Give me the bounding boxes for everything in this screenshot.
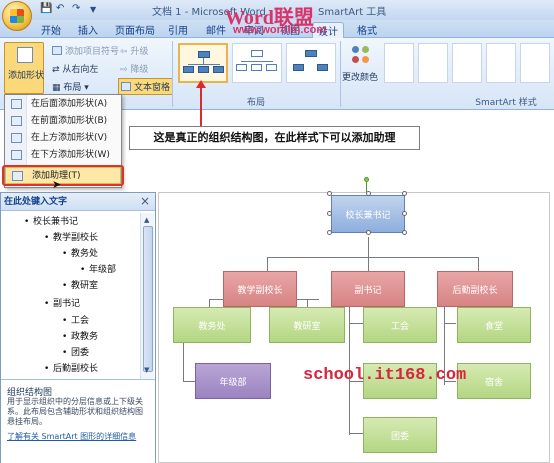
add-below-icon	[11, 150, 22, 160]
add-shape-label: 添加形状	[7, 71, 44, 81]
scroll-up-icon[interactable]: ▲	[144, 216, 149, 224]
menu-item-label: 在前面添加形状(B)	[31, 116, 108, 126]
office-button[interactable]	[2, 1, 32, 31]
org-node-level1[interactable]: 教学副校长	[223, 271, 297, 307]
menu-item-add-after[interactable]: 在后面添加形状(A)	[5, 96, 121, 113]
promote-button[interactable]: ⇦ 升级	[120, 44, 148, 57]
bullet-icon	[52, 46, 62, 55]
change-colors-label: 更改颜色	[342, 73, 379, 83]
style-thumb-1[interactable]	[384, 43, 414, 83]
menu-item-label: 在后面添加形状(A)	[31, 99, 108, 109]
redo-icon[interactable]: ↷	[72, 3, 80, 17]
style-thumb-3[interactable]	[452, 43, 482, 83]
callout-arrow	[200, 84, 202, 126]
close-icon[interactable]: ×	[140, 194, 150, 208]
watermark-school: school.it168.com	[303, 366, 467, 385]
highlight-box	[2, 165, 124, 186]
menu-item-add-before[interactable]: 在前面添加形状(B)	[5, 113, 121, 130]
list-item[interactable]: 后勤副校长	[44, 362, 98, 377]
tab-home[interactable]: 开始	[36, 22, 66, 38]
org-node-level3[interactable]: 团委	[363, 417, 437, 453]
smartart-styles-group-label: SmartArt 样式	[475, 98, 537, 108]
list-item[interactable]: 教学副校长	[44, 231, 98, 246]
scroll-thumb[interactable]	[143, 226, 153, 372]
add-bullet-button[interactable]: 添加项目符号	[52, 44, 119, 57]
org-node-level2[interactable]: 食堂	[457, 307, 531, 343]
text-pane-scrollbar[interactable]: ▲ ▼	[140, 213, 154, 379]
layout-label: 布局	[63, 83, 82, 93]
org-node-level1[interactable]: 副书记	[331, 271, 405, 307]
ribbon-separator	[172, 41, 173, 107]
org-node-level2[interactable]: 教研室	[269, 307, 345, 343]
promote-icon: ⇦	[120, 47, 131, 57]
style-thumb-2[interactable]	[418, 43, 448, 83]
add-shape-icon	[17, 47, 33, 63]
org-node-level3[interactable]: 宿舍	[457, 363, 531, 399]
text-pane-label: 文本窗格	[134, 83, 171, 93]
menu-item-add-above[interactable]: 在上方添加形状(V)	[5, 130, 121, 147]
list-item[interactable]: 政教务	[62, 330, 98, 345]
style-thumb-5[interactable]	[520, 43, 550, 83]
annotation-callout: 这是真正的组织结构图，在此样式下可以添加助理	[129, 126, 420, 150]
right-to-left-label: 从右向左	[62, 65, 99, 75]
add-before-icon	[11, 116, 22, 126]
layout-thumb-labeled-hierarchy[interactable]	[286, 43, 336, 83]
add-above-icon	[11, 133, 22, 143]
watermark-url: www.wordlm.com	[233, 24, 327, 36]
org-node-level2[interactable]: 工会	[363, 307, 437, 343]
text-pane-list: 校长兼书记 教学副校长 教务处 年级部 教研室 副书记 工会 政教务 团委 后勤…	[3, 215, 139, 377]
save-icon[interactable]: 💾	[40, 3, 52, 17]
layout-icon: ▦	[52, 83, 64, 93]
style-thumb-4[interactable]	[486, 43, 516, 83]
right-to-left-icon: ⇄	[52, 65, 63, 75]
list-item[interactable]: 工会	[62, 314, 89, 329]
layout-thumb-hierarchy[interactable]	[232, 43, 282, 83]
undo-icon[interactable]: ↶	[56, 3, 64, 17]
text-pane-button[interactable]: 文本窗格	[118, 78, 174, 95]
tab-format[interactable]: 格式	[352, 22, 382, 38]
menu-item-label: 在下方添加形状(W)	[31, 150, 110, 160]
contextual-tab-title: SmartArt 工具	[318, 7, 387, 18]
menu-item-add-below[interactable]: 在下方添加形状(W)	[5, 147, 121, 164]
menu-item-label: 在上方添加形状(V)	[31, 133, 108, 143]
org-node-level2[interactable]: 教务处	[173, 307, 251, 343]
org-node-level1[interactable]: 后勤副校长	[437, 271, 513, 307]
demote-icon: ⇨	[120, 65, 131, 75]
add-bullet-label: 添加项目符号	[65, 47, 120, 57]
text-pane-icon	[121, 82, 131, 91]
promote-label: 升级	[130, 47, 149, 57]
mouse-cursor-icon: ➤	[52, 178, 62, 191]
text-pane: 在此处键入文字 × 校长兼书记 教学副校长 教务处 年级部 教研室 副书记 工会…	[0, 192, 156, 463]
tab-page-layout[interactable]: 页面布局	[112, 22, 158, 38]
office-logo-icon	[10, 9, 24, 23]
right-to-left-button[interactable]: ⇄ 从右向左	[52, 62, 98, 75]
add-after-icon	[11, 99, 22, 109]
text-pane-header: 在此处键入文字	[1, 193, 155, 211]
layout-description-body: 用于显示组织中的分层信息或上下级关系。此布局包含辅助形状和组织结构图悬挂布局。	[7, 397, 143, 426]
list-item[interactable]: 教务处	[62, 247, 98, 262]
change-colors-icon[interactable]	[346, 44, 376, 68]
smartart-help-link[interactable]: 了解有关 SmartArt 图形的详细信息	[7, 432, 149, 442]
layout-description: 组织结构图 用于显示组织中的分层信息或上下级关系。此布局包含辅助形状和组织结构图…	[1, 379, 155, 463]
layout-thumb-org-chart[interactable]	[178, 43, 228, 83]
scroll-down-icon[interactable]: ▼	[144, 366, 149, 374]
list-item[interactable]: 团委	[62, 346, 89, 361]
demote-label: 降级	[130, 65, 149, 75]
ribbon-separator	[340, 41, 341, 107]
layouts-group-label: 布局	[246, 98, 265, 108]
tab-references[interactable]: 引用	[164, 22, 192, 38]
qat-dropdown-icon[interactable]: ▼	[90, 5, 96, 19]
tab-insert[interactable]: 插入	[74, 22, 102, 38]
list-item[interactable]: 副书记	[44, 297, 80, 312]
list-item[interactable]: 年级部	[80, 263, 116, 278]
layout-button[interactable]: ▦ 布局 ▾	[52, 80, 89, 93]
list-item[interactable]: 校长兼书记	[24, 215, 78, 230]
org-node-root[interactable]: 校长兼书记	[331, 195, 405, 233]
list-item[interactable]: 教研室	[62, 279, 98, 294]
demote-button[interactable]: ⇨ 降级	[120, 62, 148, 75]
smartart-canvas[interactable]: 校长兼书记 教学副校长 副书记 后勤副校长 教务处 教研室 工会 食堂 年级部 …	[158, 177, 550, 463]
org-node-assistant[interactable]: 年级部	[195, 363, 271, 399]
